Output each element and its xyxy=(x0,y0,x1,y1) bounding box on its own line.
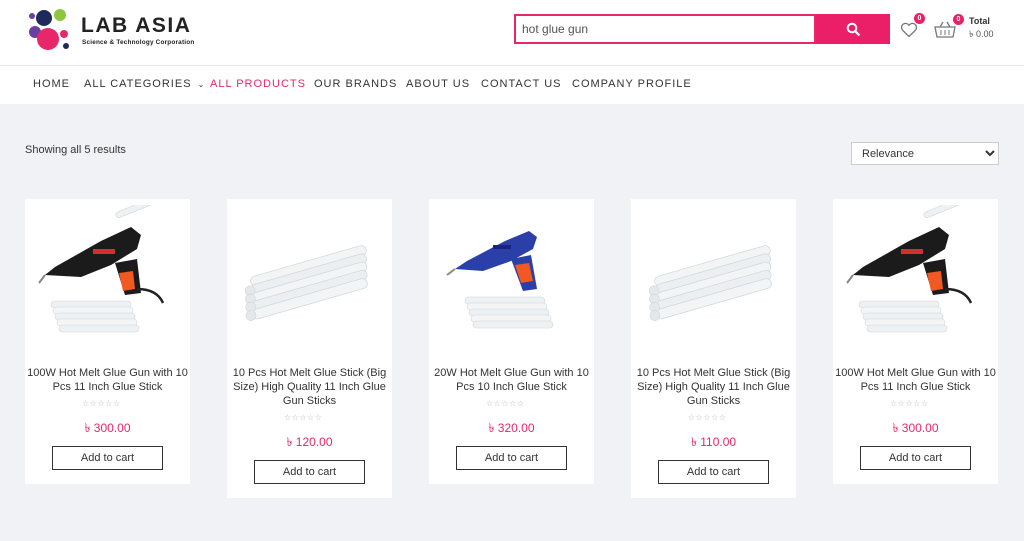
wishlist-count-badge: 0 xyxy=(914,13,925,24)
product-image-blue-glue-gun[interactable] xyxy=(441,205,582,345)
chevron-down-icon: ⌄ xyxy=(197,80,206,89)
product-card[interactable]: 100W Hot Melt Glue Gun with 10 Pcs 11 In… xyxy=(833,199,998,484)
site-logo[interactable]: LAB ASIA Science & Technology Corporatio… xyxy=(26,6,226,52)
product-price: ৳ 300.00 xyxy=(84,421,131,435)
sort-select[interactable]: Relevance xyxy=(851,142,999,165)
cart-button[interactable]: 0 xyxy=(934,14,964,40)
product-rating: ☆☆☆☆☆ xyxy=(486,399,525,408)
product-rating: ☆☆☆☆☆ xyxy=(82,399,121,408)
heart-icon xyxy=(900,22,918,38)
add-to-cart-button[interactable]: Add to cart xyxy=(456,446,567,470)
cart-total[interactable]: Total ৳ 0.00 xyxy=(969,16,994,42)
nav-about-us[interactable]: ABOUT US xyxy=(406,78,470,90)
product-card[interactable]: 20W Hot Melt Glue Gun with 10 Pcs 10 Inc… xyxy=(429,199,594,484)
product-image-black-glue-gun[interactable] xyxy=(37,205,178,345)
logo-subtitle: Science & Technology Corporation xyxy=(82,39,195,46)
product-title[interactable]: 10 Pcs Hot Melt Glue Stick (Big Size) Hi… xyxy=(227,366,392,408)
product-rating: ☆☆☆☆☆ xyxy=(284,413,323,422)
product-image-glue-sticks[interactable] xyxy=(239,205,380,345)
basket-icon xyxy=(934,21,956,38)
cart-count-badge: 0 xyxy=(953,14,964,25)
product-title[interactable]: 20W Hot Melt Glue Gun with 10 Pcs 10 Inc… xyxy=(429,366,594,394)
product-price: ৳ 110.00 xyxy=(690,435,737,449)
product-price: ৳ 320.00 xyxy=(488,421,535,435)
main-nav: HOME ALL CATEGORIES ⌄ ALL PRODUCTS OUR B… xyxy=(0,65,1024,104)
product-card[interactable]: 100W Hot Melt Glue Gun with 10 Pcs 11 In… xyxy=(25,199,190,484)
nav-all-categories-label: ALL CATEGORIES xyxy=(84,78,192,90)
product-title[interactable]: 100W Hot Melt Glue Gun with 10 Pcs 11 In… xyxy=(833,366,998,394)
add-to-cart-button[interactable]: Add to cart xyxy=(52,446,163,470)
add-to-cart-button[interactable]: Add to cart xyxy=(658,460,769,484)
nav-our-brands[interactable]: OUR BRANDS xyxy=(314,78,397,90)
add-to-cart-button[interactable]: Add to cart xyxy=(254,460,365,484)
search-button[interactable] xyxy=(816,14,890,44)
product-price: ৳ 300.00 xyxy=(892,421,939,435)
search-bar xyxy=(514,14,890,44)
nav-all-products[interactable]: ALL PRODUCTS xyxy=(210,78,306,90)
wishlist-button[interactable]: 0 xyxy=(899,13,925,41)
product-image-glue-sticks[interactable] xyxy=(643,205,784,345)
product-title[interactable]: 10 Pcs Hot Melt Glue Stick (Big Size) Hi… xyxy=(631,366,796,408)
logo-title: LAB ASIA xyxy=(81,14,192,37)
nav-contact-us[interactable]: CONTACT US xyxy=(481,78,562,90)
product-card[interactable]: 10 Pcs Hot Melt Glue Stick (Big Size) Hi… xyxy=(631,199,796,498)
nav-home[interactable]: HOME xyxy=(33,78,70,90)
cart-total-value: ৳ 0.00 xyxy=(969,29,994,39)
nav-company-profile[interactable]: COMPANY PROFILE xyxy=(572,78,692,90)
product-title[interactable]: 100W Hot Melt Glue Gun with 10 Pcs 11 In… xyxy=(25,366,190,394)
product-price: ৳ 120.00 xyxy=(286,435,333,449)
product-card[interactable]: 10 Pcs Hot Melt Glue Stick (Big Size) Hi… xyxy=(227,199,392,498)
search-input[interactable] xyxy=(514,14,816,44)
product-rating: ☆☆☆☆☆ xyxy=(688,413,727,422)
product-rating: ☆☆☆☆☆ xyxy=(890,399,929,408)
cart-total-label: Total xyxy=(969,16,990,26)
product-image-black-glue-gun[interactable] xyxy=(845,205,986,345)
result-count: Showing all 5 results xyxy=(25,144,126,156)
site-header: LAB ASIA Science & Technology Corporatio… xyxy=(0,0,1024,65)
nav-all-categories[interactable]: ALL CATEGORIES ⌄ xyxy=(84,78,205,90)
logo-mark-icon xyxy=(29,9,69,50)
search-icon xyxy=(846,22,860,36)
add-to-cart-button[interactable]: Add to cart xyxy=(860,446,971,470)
